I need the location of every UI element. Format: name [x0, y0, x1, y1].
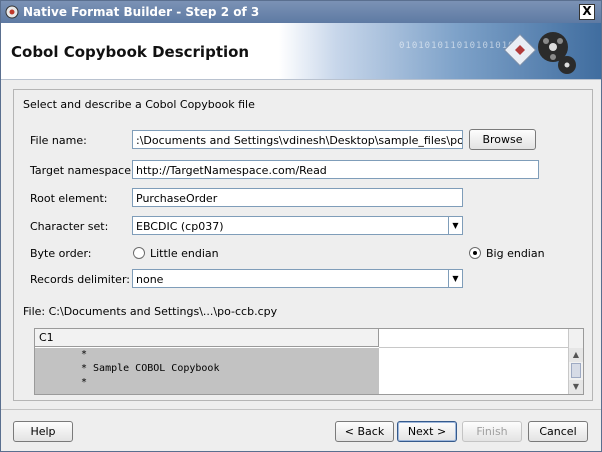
- scroll-up-icon[interactable]: ▲: [569, 348, 583, 362]
- file-name-label: File name:: [30, 134, 87, 147]
- finish-button: Finish: [462, 421, 522, 442]
- records-delimiter-select[interactable]: none ▼: [132, 269, 463, 288]
- vertical-scrollbar[interactable]: ▲ ▼: [568, 329, 583, 394]
- cancel-button[interactable]: Cancel: [528, 421, 588, 442]
- chevron-down-icon[interactable]: ▼: [448, 217, 462, 234]
- title-bar[interactable]: Native Format Builder - Step 2 of 3 X: [1, 1, 601, 23]
- records-delimiter-value: none: [136, 273, 164, 286]
- instructions-text: Select and describe a Cobol Copybook fil…: [23, 98, 255, 111]
- character-set-value: EBCDIC (cp037): [136, 220, 224, 233]
- footer-divider: [1, 409, 601, 410]
- app-icon: [5, 5, 19, 19]
- target-namespace-field[interactable]: http://TargetNamespace.com/Read: [132, 160, 539, 179]
- preview-rows: * * Sample COBOL Copybook *: [35, 348, 379, 394]
- wizard-header: Cobol Copybook Description 0101010110101…: [1, 23, 601, 80]
- records-delimiter-label: Records delimiter:: [30, 273, 130, 286]
- help-button[interactable]: Help: [13, 421, 73, 442]
- big-endian-radio[interactable]: [469, 247, 481, 259]
- back-button[interactable]: < Back: [335, 421, 394, 442]
- column-header-filler: [379, 329, 569, 348]
- root-element-field[interactable]: PurchaseOrder: [132, 188, 463, 207]
- target-namespace-label: Target namespace:: [30, 164, 135, 177]
- character-set-select[interactable]: EBCDIC (cp037) ▼: [132, 216, 463, 235]
- file-name-field[interactable]: :\Documents and Settings\vdinesh\Desktop…: [132, 130, 463, 149]
- root-element-label: Root element:: [30, 192, 108, 205]
- header-banner: 0101010110101010101: [279, 23, 601, 79]
- byte-order-label: Byte order:: [30, 247, 92, 260]
- scroll-down-icon[interactable]: ▼: [569, 380, 583, 394]
- preview-line: * Sample COBOL Copybook: [81, 363, 220, 374]
- copybook-panel: Select and describe a Cobol Copybook fil…: [13, 89, 593, 401]
- big-endian-label: Big endian: [486, 247, 545, 260]
- file-preview-grid[interactable]: C1 * * Sample COBOL Copybook * ▲ ▼: [34, 328, 584, 395]
- preview-line: *: [81, 349, 88, 360]
- browse-button[interactable]: Browse: [469, 129, 536, 150]
- scroll-thumb[interactable]: [571, 363, 581, 378]
- page-title: Cobol Copybook Description: [11, 43, 250, 61]
- film-reel-icon: [503, 32, 576, 74]
- column-header-c1[interactable]: C1: [35, 329, 379, 347]
- file-path-text: File: C:\Documents and Settings\...\po-c…: [23, 305, 278, 318]
- window-title: Native Format Builder - Step 2 of 3: [23, 5, 260, 19]
- next-button[interactable]: Next >: [397, 421, 457, 442]
- little-endian-radio[interactable]: [133, 247, 145, 259]
- close-button[interactable]: X: [579, 4, 595, 20]
- character-set-label: Character set:: [30, 220, 109, 233]
- builder-window: Native Format Builder - Step 2 of 3 X Co…: [0, 0, 602, 452]
- preview-line: *: [81, 377, 88, 388]
- chevron-down-icon[interactable]: ▼: [448, 270, 462, 287]
- little-endian-label: Little endian: [150, 247, 219, 260]
